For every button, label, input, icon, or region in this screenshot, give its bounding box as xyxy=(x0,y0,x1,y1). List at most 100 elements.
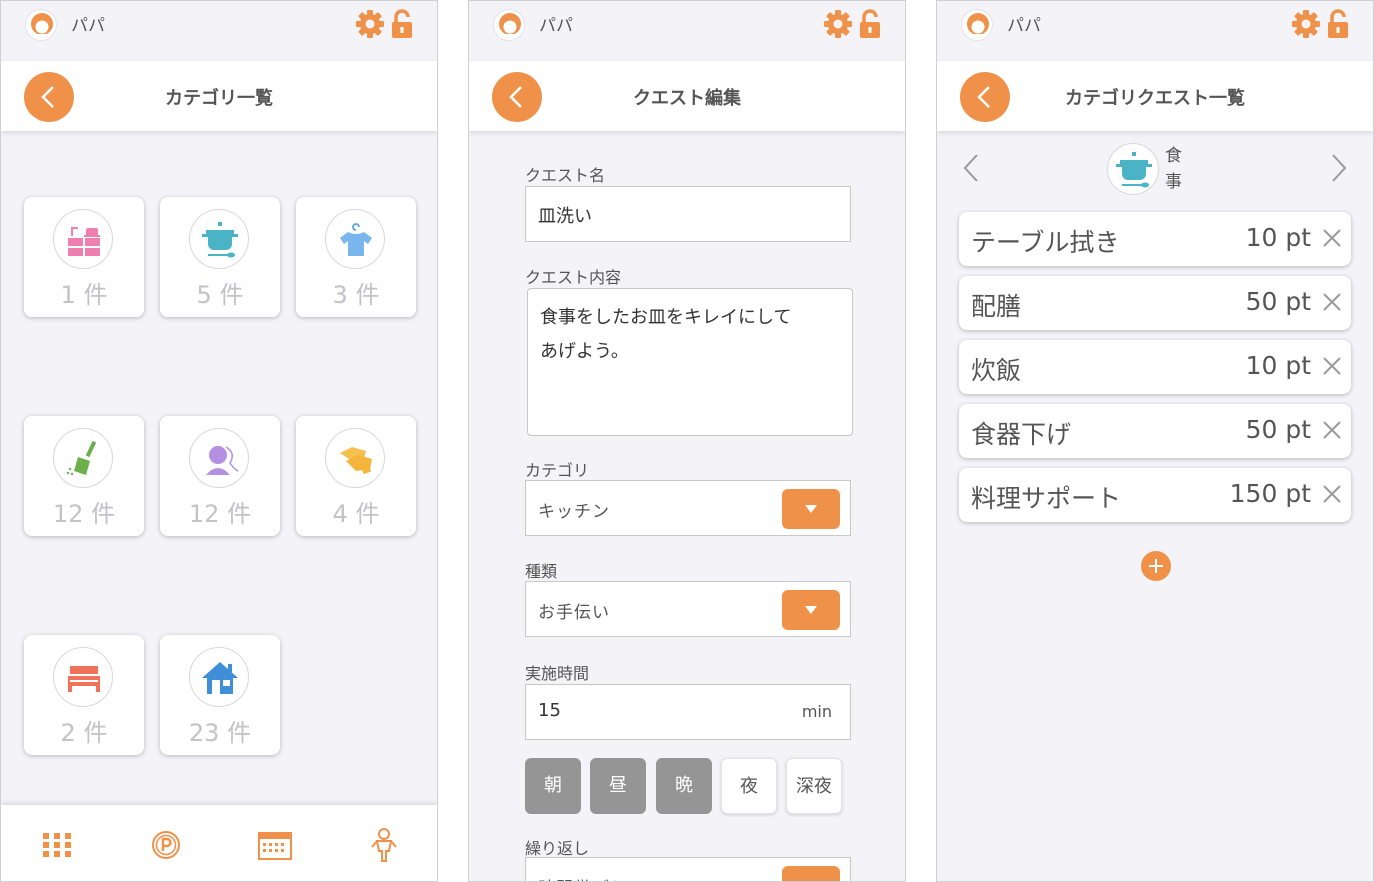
user-name: パパ xyxy=(71,16,105,36)
category-label: カテゴリ xyxy=(525,461,590,480)
category-select[interactable]: キッチン xyxy=(525,480,851,536)
category-card-person[interactable]: 12 件 xyxy=(160,416,280,536)
points-icon[interactable] xyxy=(146,827,186,863)
user-avatar-icon xyxy=(499,13,521,40)
duration-label: 実施時間 xyxy=(525,664,590,683)
category-icon-circle xyxy=(53,647,113,707)
time-slot-late-night[interactable]: 深夜 xyxy=(786,758,842,814)
time-slot-night[interactable]: 夜 xyxy=(721,758,777,814)
delete-x-icon[interactable] xyxy=(1321,227,1343,249)
category-name: 食 事 xyxy=(1165,143,1185,195)
unlocked-padlock-icon[interactable] xyxy=(1325,9,1351,39)
triangle-down-icon xyxy=(805,606,817,614)
page-header: カテゴリクエスト一覧 xyxy=(937,61,1373,131)
category-card-bed[interactable]: 2 件 xyxy=(24,635,144,755)
page-header: クエスト編集 xyxy=(469,61,905,131)
category-name-char: 食 xyxy=(1165,146,1182,166)
person-head-icon xyxy=(206,446,239,475)
unlocked-padlock-icon[interactable] xyxy=(389,9,415,39)
category-icon-circle xyxy=(325,209,385,269)
add-quest-button[interactable] xyxy=(1141,551,1171,581)
category-card-laundry[interactable]: 3 件 xyxy=(296,197,416,317)
page-header: カテゴリ一覧 xyxy=(1,61,437,131)
next-category-arrow-icon[interactable] xyxy=(1327,151,1351,185)
category-count: 12 件 xyxy=(52,500,116,528)
calendar-icon[interactable] xyxy=(255,827,295,863)
repeat-select[interactable]: 時間帯ごと xyxy=(525,857,851,881)
user-name: パパ xyxy=(1007,16,1041,36)
user-avatar-icon xyxy=(967,13,989,40)
category-card-meal[interactable]: 5 件 xyxy=(160,197,280,317)
laundry-shirt-icon xyxy=(340,223,372,256)
category-count: 2 件 xyxy=(60,719,108,747)
time-slot-morning[interactable]: 朝 xyxy=(525,758,581,814)
cooking-pot-icon xyxy=(1116,152,1152,188)
user-avatar[interactable] xyxy=(25,9,57,41)
duration-unit: min xyxy=(801,702,832,721)
category-card-house[interactable]: 23 件 xyxy=(160,635,280,755)
quest-row[interactable]: 炊飯 10 pt xyxy=(959,340,1351,394)
user-avatar[interactable] xyxy=(493,9,525,41)
quest-content-textarea[interactable]: 食事をしたお皿をキレイにして あげよう。 xyxy=(527,288,853,436)
time-slot-noon[interactable]: 昼 xyxy=(590,758,646,814)
gear-icon[interactable] xyxy=(355,9,385,39)
category-name-char: 事 xyxy=(1165,172,1182,192)
category-count: 3 件 xyxy=(332,281,380,309)
house-icon xyxy=(202,662,238,694)
category-list-screen: パパ カテゴリ一覧 1 件 5 件 3 件 12 件 12 件 4 件 2 件 … xyxy=(0,0,438,882)
repeat-label: 繰り返し xyxy=(525,839,590,858)
category-count: 1 件 xyxy=(60,281,108,309)
category-icon-circle xyxy=(53,428,113,488)
quest-name-label: クエスト名 xyxy=(525,166,606,185)
category-count: 12 件 xyxy=(188,500,252,528)
category-count: 23 件 xyxy=(188,719,252,747)
quest-row[interactable]: 食器下げ 50 pt xyxy=(959,404,1351,458)
triangle-down-icon xyxy=(805,505,817,513)
repeat-dropdown-button[interactable] xyxy=(782,866,840,881)
category-icon-circle xyxy=(189,428,249,488)
grid-icon[interactable] xyxy=(37,827,77,863)
quest-name-input[interactable]: 皿洗い xyxy=(525,186,851,242)
type-label: 種類 xyxy=(525,562,558,581)
category-card-kitchen[interactable]: 1 件 xyxy=(24,197,144,317)
delete-x-icon[interactable] xyxy=(1321,355,1343,377)
category-icon-circle xyxy=(189,209,249,269)
category-select-value: キッチン xyxy=(538,502,610,522)
quest-name: テーブル拭き xyxy=(971,228,1120,257)
repeat-select-value: 時間帯ごと xyxy=(538,874,628,881)
quest-name: 配膳 xyxy=(971,292,1022,321)
status-bar: パパ xyxy=(1,1,437,61)
delete-x-icon[interactable] xyxy=(1321,291,1343,313)
quest-points: 10 pt xyxy=(1245,223,1311,252)
previous-category-arrow-icon[interactable] xyxy=(959,151,983,185)
user-avatar[interactable] xyxy=(961,9,993,41)
user-name: パパ xyxy=(539,16,573,36)
quest-row[interactable]: 料理サポート 150 pt xyxy=(959,468,1351,522)
type-select[interactable]: お手伝い xyxy=(525,581,851,637)
page-title: カテゴリ一覧 xyxy=(165,88,273,109)
cooking-pot-icon xyxy=(202,222,238,258)
status-bar: パパ xyxy=(469,1,905,61)
child-icon[interactable] xyxy=(364,827,404,863)
type-dropdown-button[interactable] xyxy=(782,590,840,630)
category-icon-circle xyxy=(53,209,113,269)
type-select-value: お手伝い xyxy=(538,603,610,623)
duration-input[interactable]: 15 min xyxy=(525,684,851,740)
category-dropdown-button[interactable] xyxy=(782,489,840,529)
gear-icon[interactable] xyxy=(823,9,853,39)
category-card-cleaning[interactable]: 12 件 xyxy=(24,416,144,536)
category-count: 5 件 xyxy=(196,281,244,309)
quest-name: 食器下げ xyxy=(971,420,1072,449)
broom-icon xyxy=(66,440,97,476)
unlocked-padlock-icon[interactable] xyxy=(857,9,883,39)
quest-content-label: クエスト内容 xyxy=(525,268,622,287)
time-slot-evening[interactable]: 晩 xyxy=(656,758,712,814)
delete-x-icon[interactable] xyxy=(1321,483,1343,505)
quest-row[interactable]: 配膳 50 pt xyxy=(959,276,1351,330)
quest-edit-screen: パパ クエスト編集 クエスト名 皿洗い クエスト内容 食事をしたお皿をキレイにし… xyxy=(468,0,906,882)
quest-row[interactable]: テーブル拭き 10 pt xyxy=(959,212,1351,266)
delete-x-icon[interactable] xyxy=(1321,419,1343,441)
gear-icon[interactable] xyxy=(1291,9,1321,39)
category-card-gloves[interactable]: 4 件 xyxy=(296,416,416,536)
user-avatar-icon xyxy=(31,13,53,40)
